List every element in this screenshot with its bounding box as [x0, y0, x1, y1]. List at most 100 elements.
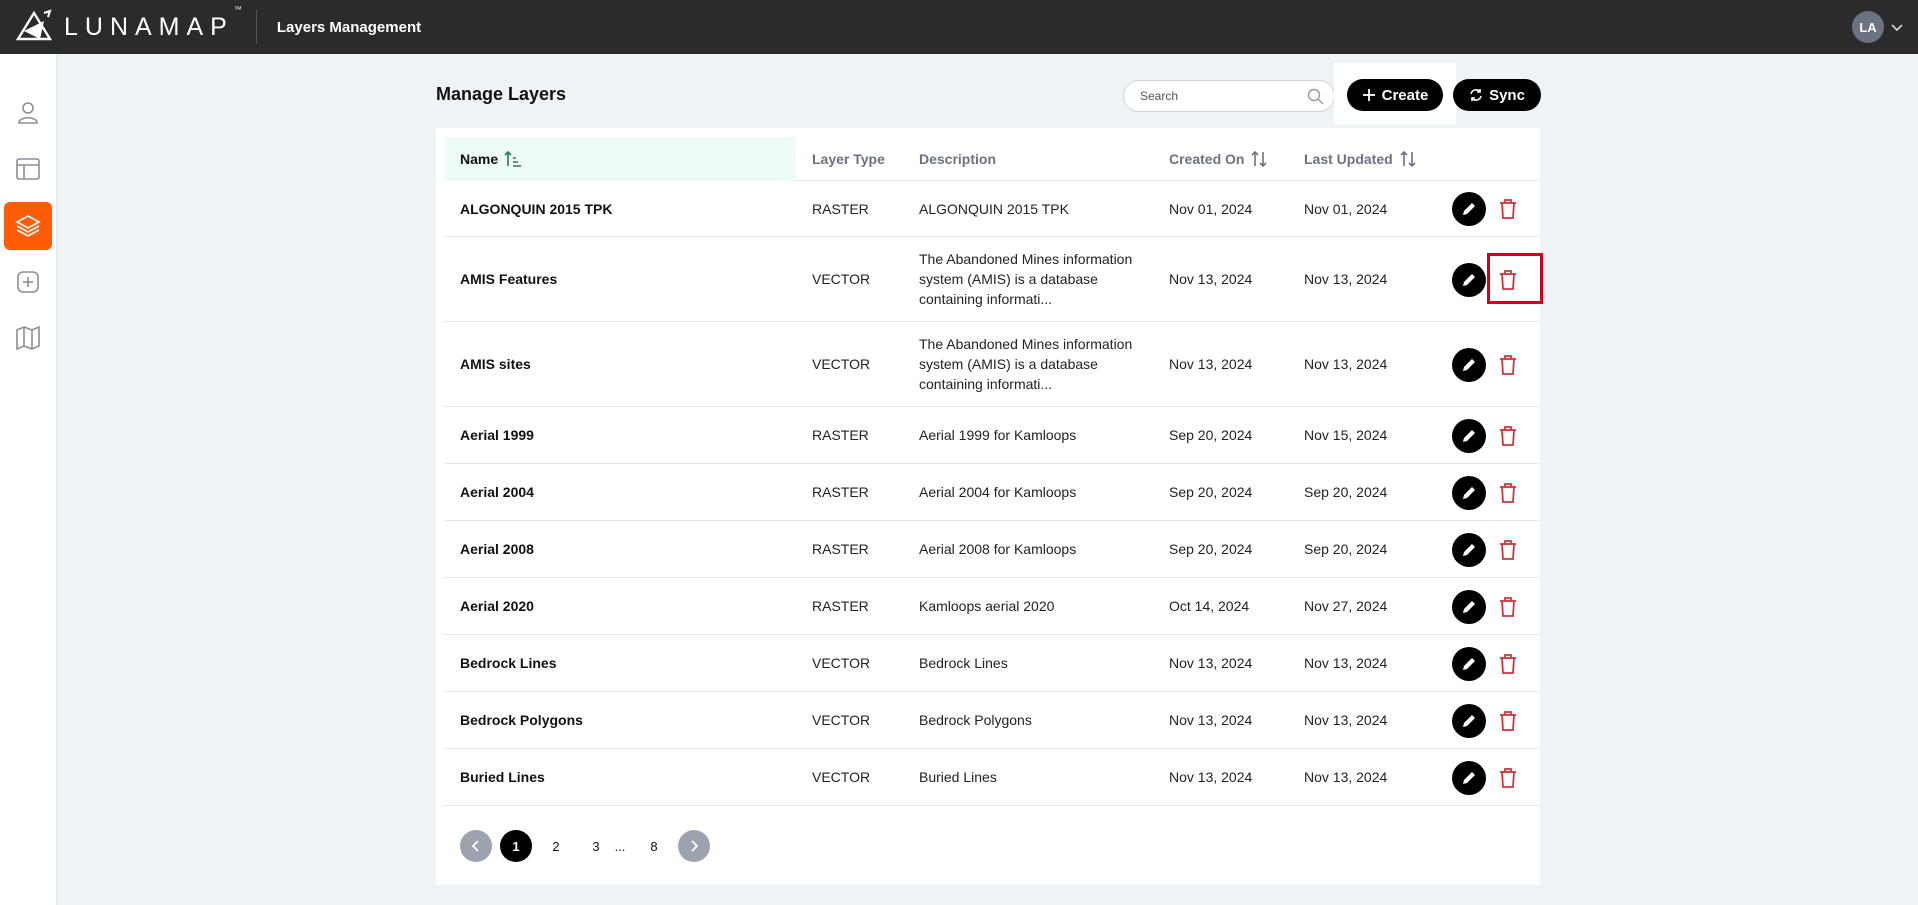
- edit-layer-button[interactable]: [1452, 704, 1486, 738]
- table-row[interactable]: Bedrock Lines VECTOR Bedrock Lines Nov 13, …: [444, 635, 1540, 692]
- layer-created-on: Nov 13, 2024: [1169, 271, 1253, 287]
- trash-icon: [1500, 426, 1516, 446]
- sidebar-item-add[interactable]: [4, 258, 52, 306]
- edit-layer-button[interactable]: [1452, 476, 1486, 510]
- delete-layer-button[interactable]: [1494, 194, 1522, 224]
- delete-layer-button[interactable]: [1494, 763, 1522, 793]
- sort-icon[interactable]: [1250, 150, 1268, 168]
- pencil-icon: [1463, 430, 1475, 442]
- chevron-left-icon: [471, 840, 479, 852]
- sidebar-item-maps[interactable]: [4, 314, 52, 362]
- page-ellipsis: ...: [614, 838, 626, 854]
- layer-description: Aerial 2008 for Kamloops: [919, 541, 1077, 557]
- layer-description: Buried Lines: [919, 769, 997, 785]
- edit-layer-button[interactable]: [1452, 419, 1486, 453]
- sidebar-item-users[interactable]: [4, 89, 52, 137]
- layer-created-on: Sep 20, 2024: [1169, 541, 1253, 557]
- lunamap-logo-icon: [15, 9, 53, 41]
- sort-ascending-icon[interactable]: [504, 150, 522, 168]
- delete-layer-button[interactable]: [1494, 535, 1522, 565]
- add-square-icon: [17, 271, 39, 293]
- column-header-type: Layer Type: [812, 151, 885, 167]
- delete-layer-button[interactable]: [1494, 421, 1522, 451]
- table-row[interactable]: Aerial 2008 RASTER Aerial 2008 for Kamloop…: [444, 521, 1540, 578]
- layer-last-updated: Nov 27, 2024: [1304, 598, 1388, 614]
- trash-icon: [1500, 483, 1516, 503]
- top-divider: [255, 10, 257, 44]
- column-header-name[interactable]: Name: [444, 137, 796, 181]
- sidebar-item-layouts[interactable]: [4, 145, 52, 193]
- table-row[interactable]: Bedrock Polygons VECTOR Bedrock Polygons No…: [444, 692, 1540, 749]
- trash-icon: [1500, 711, 1516, 731]
- delete-layer-button[interactable]: [1494, 592, 1522, 622]
- sidebar-item-layers[interactable]: [4, 202, 52, 250]
- edit-layer-button[interactable]: [1452, 647, 1486, 681]
- layer-created-on: Nov 01, 2024: [1169, 200, 1253, 217]
- table-row[interactable]: Aerial 2004 RASTER Aerial 2004 for Kamloop…: [444, 464, 1540, 521]
- table-row[interactable]: AMIS Features VECTOR The Abandoned Mines i…: [444, 237, 1540, 322]
- previous-page-button[interactable]: [460, 830, 492, 862]
- column-header-updated-label: Last Updated: [1304, 151, 1393, 167]
- edit-layer-button[interactable]: [1452, 761, 1486, 795]
- column-header-created[interactable]: Created On: [1169, 137, 1268, 181]
- sort-icon[interactable]: [1399, 150, 1417, 168]
- user-icon: [18, 102, 38, 124]
- sync-button[interactable]: Sync: [1453, 79, 1541, 111]
- layer-created-on: Nov 13, 2024: [1169, 769, 1253, 785]
- table-row[interactable]: Aerial 1999 RASTER Aerial 1999 for Kamloop…: [444, 407, 1540, 464]
- trash-icon: [1500, 597, 1516, 617]
- trash-icon: [1500, 199, 1516, 219]
- layer-name: AMIS sites: [460, 356, 531, 372]
- map-icon: [16, 325, 40, 351]
- user-menu[interactable]: LA: [1852, 11, 1904, 43]
- layer-created-on: Nov 13, 2024: [1169, 356, 1253, 372]
- layer-type: RASTER: [812, 484, 869, 500]
- trash-icon: [1500, 355, 1516, 375]
- delete-layer-button[interactable]: [1494, 478, 1522, 508]
- column-header-updated[interactable]: Last Updated: [1304, 137, 1417, 181]
- table-row[interactable]: ALGONQUIN 2015 TPK RASTER ALGONQUIN 2015 T…: [444, 181, 1540, 237]
- logo[interactable]: LUNAMAP™: [14, 0, 242, 54]
- next-page-button[interactable]: [678, 830, 710, 862]
- create-button[interactable]: Create: [1347, 79, 1443, 111]
- layer-last-updated: Nov 13, 2024: [1304, 769, 1388, 785]
- page-title: Manage Layers: [436, 84, 567, 104]
- search-input[interactable]: [1140, 89, 1300, 103]
- edit-layer-button[interactable]: [1452, 348, 1486, 382]
- layer-last-updated: Sep 20, 2024: [1304, 541, 1388, 557]
- page-1-button[interactable]: 1: [500, 830, 532, 862]
- chevron-down-icon[interactable]: [1890, 20, 1904, 34]
- delete-layer-button[interactable]: [1494, 649, 1522, 679]
- layer-description: Bedrock Polygons: [919, 712, 1032, 728]
- layer-description: ALGONQUIN 2015 TPK: [919, 200, 1069, 217]
- edit-layer-button[interactable]: [1452, 533, 1486, 567]
- app-title: Layers Management: [276, 18, 422, 36]
- layer-name: Aerial 2020: [460, 598, 534, 614]
- delete-highlight-box: [1487, 253, 1543, 304]
- delete-layer-button[interactable]: [1494, 706, 1522, 736]
- sidebar: [0, 54, 57, 905]
- page-8-button[interactable]: 8: [638, 830, 670, 862]
- layer-created-on: Sep 20, 2024: [1169, 427, 1253, 443]
- edit-layer-button[interactable]: [1452, 192, 1486, 226]
- layer-name: Buried Lines: [460, 769, 545, 785]
- edit-layer-button[interactable]: [1452, 590, 1486, 624]
- layer-created-on: Nov 13, 2024: [1169, 655, 1253, 671]
- delete-layer-button[interactable]: [1494, 350, 1522, 380]
- table-row[interactable]: Aerial 2020 RASTER Kamloops aerial 2020 Oct…: [444, 578, 1540, 635]
- table-row[interactable]: Buried Lines VECTOR Buried Lines Nov 13, 20…: [444, 749, 1540, 806]
- page-2-button[interactable]: 2: [540, 830, 572, 862]
- edit-layer-button[interactable]: [1452, 263, 1486, 297]
- search-box[interactable]: [1123, 80, 1335, 112]
- table-row[interactable]: AMIS sites VECTOR The Abandoned Mines info…: [444, 322, 1540, 407]
- layout-icon: [16, 158, 40, 180]
- layer-type: RASTER: [812, 598, 869, 614]
- page-3-button[interactable]: 3: [580, 830, 612, 862]
- search-icon[interactable]: [1307, 88, 1324, 105]
- layer-name: AMIS Features: [460, 271, 558, 287]
- layer-description: The Abandoned Mines information system (…: [919, 251, 1133, 307]
- pencil-icon: [1463, 359, 1475, 371]
- layer-type: RASTER: [812, 200, 869, 217]
- avatar[interactable]: LA: [1852, 11, 1884, 43]
- pencil-icon: [1463, 601, 1475, 613]
